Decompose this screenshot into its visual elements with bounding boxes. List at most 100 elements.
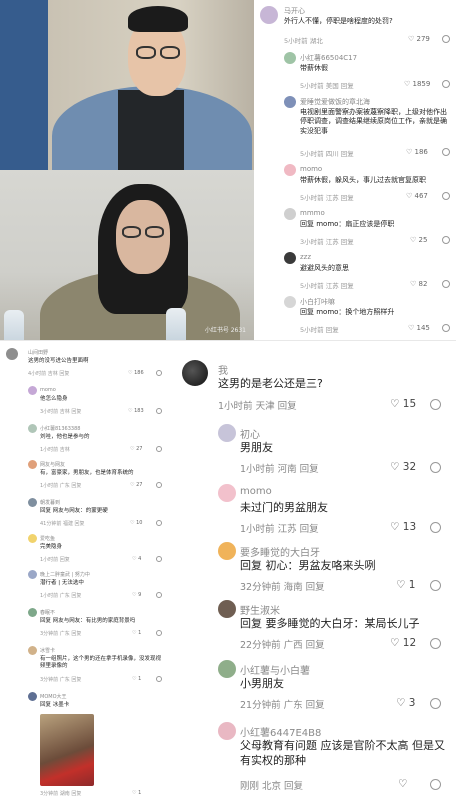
avatar[interactable] bbox=[28, 608, 37, 617]
comment-icon[interactable] bbox=[442, 80, 450, 88]
comment-author[interactable]: zzz bbox=[300, 253, 311, 261]
comment-icon[interactable] bbox=[156, 630, 162, 636]
like-count[interactable]: ♡ 279 bbox=[408, 35, 430, 43]
like-count[interactable]: ♡ 82 bbox=[410, 280, 427, 288]
like-count[interactable]: ♡ 13 bbox=[390, 521, 416, 533]
comment-author[interactable]: momo bbox=[40, 387, 56, 393]
like-count[interactable]: ♡ 25 bbox=[410, 236, 427, 244]
comment-author[interactable]: 小红薯6447E4B8 bbox=[240, 724, 321, 739]
comment-icon[interactable] bbox=[442, 324, 450, 332]
smile-icon[interactable] bbox=[430, 462, 441, 473]
comment-icon[interactable] bbox=[156, 592, 162, 598]
comment-author[interactable]: 晚上二胖童武 | 努力中 bbox=[40, 571, 90, 578]
comment-author[interactable]: 我 bbox=[218, 362, 228, 377]
like-count[interactable]: ♡ 12 bbox=[390, 637, 416, 649]
comment-icon[interactable] bbox=[156, 408, 162, 414]
comment-author[interactable]: 春眠不 bbox=[40, 609, 55, 616]
like-count[interactable]: ♡ 1 bbox=[132, 790, 141, 796]
comment-icon[interactable] bbox=[442, 280, 450, 288]
comment-panel-top: 马开心 外行人不懂，停职是啥程度的处罚? 5小时前 湖北 ♡ 279 小红薯66… bbox=[254, 0, 456, 340]
like-count[interactable]: ♡ 3 bbox=[396, 697, 415, 709]
like-count[interactable]: ♡ 467 bbox=[406, 192, 428, 200]
avatar[interactable] bbox=[28, 498, 37, 507]
avatar[interactable] bbox=[218, 722, 236, 740]
avatar[interactable] bbox=[28, 646, 37, 655]
comment-icon[interactable] bbox=[442, 148, 450, 156]
like-count[interactable]: ♡ 15 bbox=[390, 398, 416, 410]
comment-icon[interactable] bbox=[156, 482, 162, 488]
comment-author[interactable]: momo bbox=[300, 165, 322, 173]
comment-text: 回复 momo：换个地方照样升 bbox=[300, 308, 395, 316]
like-count[interactable]: ♡ 32 bbox=[390, 461, 416, 473]
avatar[interactable] bbox=[28, 570, 37, 579]
comment-author[interactable]: 爱睡觉爱做饭的章北海 bbox=[300, 97, 370, 107]
comment-icon[interactable] bbox=[156, 446, 162, 452]
smile-icon[interactable] bbox=[430, 522, 441, 533]
smile-icon[interactable] bbox=[430, 779, 441, 790]
like-count[interactable]: ♡ 27 bbox=[130, 446, 142, 452]
like-count[interactable]: ♡ 1859 bbox=[404, 80, 430, 88]
comment-author[interactable]: 朝发暮到 bbox=[40, 499, 60, 506]
smile-icon[interactable] bbox=[430, 698, 441, 709]
avatar[interactable] bbox=[284, 208, 296, 220]
comment-author[interactable]: 野生淑米 bbox=[240, 602, 280, 617]
comment-author[interactable]: 山间田野 bbox=[28, 349, 48, 356]
comment-icon[interactable] bbox=[156, 370, 162, 376]
like-count[interactable]: ♡ 4 bbox=[132, 556, 141, 562]
avatar[interactable] bbox=[28, 386, 37, 395]
comment-author[interactable]: 小白打咔嘛 bbox=[300, 297, 335, 307]
comment-author[interactable]: 小红薯81363388 bbox=[40, 425, 80, 432]
smile-icon[interactable] bbox=[430, 580, 441, 591]
comment-author[interactable]: 小红薯与小白薯 bbox=[240, 662, 310, 677]
avatar[interactable] bbox=[260, 6, 278, 24]
avatar[interactable] bbox=[284, 164, 296, 176]
avatar[interactable] bbox=[218, 600, 236, 618]
comment-icon[interactable] bbox=[442, 35, 450, 43]
avatar[interactable] bbox=[284, 52, 296, 64]
like-count[interactable]: ♡ 1 bbox=[132, 676, 141, 682]
avatar[interactable] bbox=[28, 534, 37, 543]
comment-icon[interactable] bbox=[156, 676, 162, 682]
avatar[interactable] bbox=[284, 252, 296, 264]
comment-author[interactable]: 小红薯66504C17 bbox=[300, 53, 357, 63]
comment-icon[interactable] bbox=[442, 192, 450, 200]
avatar[interactable] bbox=[218, 660, 236, 678]
like-count[interactable]: ♡ 27 bbox=[130, 482, 142, 488]
comment-author[interactable]: momo bbox=[240, 486, 272, 497]
like-count[interactable]: ♡ 1 bbox=[396, 579, 415, 591]
avatar[interactable] bbox=[28, 460, 37, 469]
like-button[interactable]: ♡ bbox=[398, 778, 407, 790]
comment-author[interactable]: 网友与网友 bbox=[40, 461, 65, 468]
avatar[interactable] bbox=[218, 424, 236, 442]
like-count[interactable]: ♡ 1 bbox=[132, 630, 141, 636]
comment-author[interactable]: 冰雪卡 bbox=[40, 647, 55, 654]
avatar[interactable] bbox=[218, 542, 236, 560]
like-count[interactable]: ♡ 186 bbox=[128, 370, 144, 376]
like-count[interactable]: ♡ 145 bbox=[408, 324, 430, 332]
like-count[interactable]: ♡ 9 bbox=[132, 592, 141, 598]
avatar[interactable] bbox=[28, 424, 37, 433]
comment-author[interactable]: 马开心 bbox=[284, 6, 305, 16]
comment-icon[interactable] bbox=[156, 520, 162, 526]
avatar[interactable] bbox=[284, 296, 296, 308]
avatar[interactable] bbox=[182, 360, 208, 386]
smile-icon[interactable] bbox=[430, 399, 441, 410]
comment-author[interactable]: MOMO大王 bbox=[40, 693, 67, 700]
comment-icon[interactable] bbox=[156, 556, 162, 562]
comment-author[interactable]: 爱吃鱼 bbox=[40, 535, 55, 542]
video-thumbnail[interactable] bbox=[40, 714, 94, 786]
avatar[interactable] bbox=[284, 96, 296, 108]
smile-icon[interactable] bbox=[430, 638, 441, 649]
comment-author[interactable]: 要多睡觉的大白牙 bbox=[240, 544, 320, 559]
like-count[interactable]: ♡ 186 bbox=[406, 148, 428, 156]
comment-meta: 1小时前 广东 回复 bbox=[40, 483, 82, 489]
comment-meta: 1小时前 吉林 bbox=[40, 447, 70, 453]
comment-author[interactable]: 初心 bbox=[240, 426, 260, 441]
comment-author[interactable]: mmmo bbox=[300, 209, 325, 217]
avatar[interactable] bbox=[218, 484, 236, 502]
comment-icon[interactable] bbox=[442, 236, 450, 244]
like-count[interactable]: ♡ 183 bbox=[128, 408, 144, 414]
avatar[interactable] bbox=[28, 692, 37, 701]
avatar[interactable] bbox=[6, 348, 18, 360]
like-count[interactable]: ♡ 10 bbox=[130, 520, 142, 526]
